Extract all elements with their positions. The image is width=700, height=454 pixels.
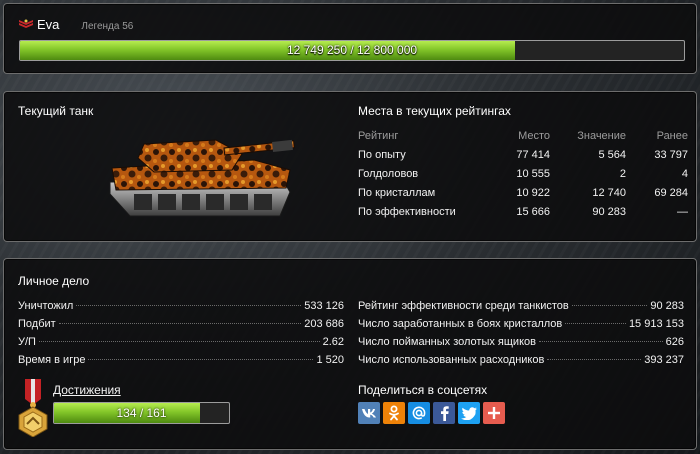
tank-ratings-panel: Текущий танк Места в текущих рейтингах Р…	[3, 91, 697, 242]
table-row: По кристаллам 10 922 12 740 69 284	[358, 183, 688, 202]
player-info: Eva Легенда 56	[19, 17, 133, 32]
rating-name: По эффективности	[358, 205, 456, 218]
economy-stats-list: Рейтинг эффективности среди танкистов 90…	[358, 300, 684, 372]
rating-previous: —	[677, 205, 688, 218]
stat-label: Уничтожил	[18, 300, 74, 312]
dotted-leader	[547, 359, 642, 360]
share-title: Поделиться в соцсетях	[358, 383, 488, 397]
twitter-icon	[461, 406, 477, 420]
facebook-icon	[440, 406, 449, 421]
achievements-progress-bar: 134 / 161	[53, 402, 230, 424]
table-row: По эффективности 15 666 90 283 —	[358, 202, 688, 221]
mail-ru-share-button[interactable]	[408, 402, 430, 424]
mail-ru-icon	[412, 406, 426, 420]
column-header-rating: Рейтинг	[358, 129, 399, 142]
more-share-button[interactable]	[483, 402, 505, 424]
stat-value: 15 913 153	[628, 318, 684, 330]
stat-row-efficiency-rating: Рейтинг эффективности среди танкистов 90…	[358, 300, 684, 318]
combat-stats-list: Уничтожил 533 126 Подбит 203 686 У/П 2.6…	[18, 300, 344, 372]
vk-icon	[362, 409, 376, 418]
stat-value: 203 686	[304, 318, 344, 330]
stat-value: 393 237	[644, 354, 684, 366]
stat-value: 533 126	[304, 300, 344, 312]
share-buttons	[358, 402, 505, 424]
dotted-leader	[76, 305, 302, 306]
stat-value: 626	[665, 336, 684, 348]
stat-value: 90 283	[650, 300, 684, 312]
dotted-leader	[38, 341, 320, 342]
ratings-header-row: Рейтинг Место Значение Ранее	[358, 126, 688, 145]
player-rank: Легенда 56	[81, 21, 134, 32]
rating-name: По опыту	[358, 148, 406, 161]
column-header-previous: Ранее	[656, 129, 688, 142]
stat-label: Число пойманных золотых ящиков	[358, 336, 536, 348]
stat-row-supplies-used: Число использованных расходников 393 237	[358, 354, 684, 372]
stat-label: Подбит	[18, 318, 56, 330]
rating-previous: 4	[681, 167, 688, 180]
rating-place: 77 414	[516, 148, 550, 161]
rank-insignia-icon	[19, 19, 33, 28]
ratings-table: Рейтинг Место Значение Ранее По опыту 77…	[358, 126, 688, 221]
dotted-leader	[538, 341, 663, 342]
achievements-link[interactable]: Достижения	[53, 383, 121, 397]
achievements-progress-text: 134 / 161	[116, 406, 167, 420]
player-name: Eva	[37, 17, 60, 32]
stat-row-playtime: Время в игре 1 520	[18, 354, 344, 372]
stat-row-crystals-earned: Число заработанных в боях кристаллов 15 …	[358, 318, 684, 336]
stat-label: Рейтинг эффективности среди танкистов	[358, 300, 569, 312]
vk-share-button[interactable]	[358, 402, 380, 424]
rating-value: 90 283	[592, 205, 626, 218]
stat-label: У/П	[18, 336, 36, 348]
column-header-place: Место	[518, 129, 550, 142]
experience-progress-bar: 12 749 250 / 12 800 000	[19, 40, 685, 61]
rating-place: 10 555	[516, 167, 550, 180]
odnoklassniki-share-button[interactable]	[383, 402, 405, 424]
dotted-leader	[58, 323, 302, 324]
rating-place: 10 922	[516, 186, 550, 199]
rating-value: 12 740	[592, 186, 626, 199]
dotted-leader	[88, 359, 314, 360]
stat-row-deaths: Подбит 203 686	[18, 318, 344, 336]
rating-name: По кристаллам	[358, 186, 436, 199]
rating-value: 5 564	[598, 148, 626, 161]
rating-previous: 33 797	[654, 148, 688, 161]
table-row: Голдоловов 10 555 2 4	[358, 164, 688, 183]
rating-previous: 69 284	[654, 186, 688, 199]
current-tank-title: Текущий танк	[18, 104, 94, 118]
dotted-leader	[571, 305, 648, 306]
rating-name: Голдоловов	[358, 167, 419, 180]
table-row: По опыту 77 414 5 564 33 797	[358, 145, 688, 164]
twitter-share-button[interactable]	[458, 402, 480, 424]
odnoklassniki-icon	[389, 405, 399, 421]
rating-place: 15 666	[516, 205, 550, 218]
facebook-share-button[interactable]	[433, 402, 455, 424]
profile-panel: Личное дело Уничтожил 533 126 Подбит 203…	[3, 258, 697, 450]
stat-label: Число заработанных в боях кристаллов	[358, 318, 563, 330]
tank-image	[109, 139, 295, 217]
more-share-icon	[488, 407, 500, 419]
stat-label: Число использованных расходников	[358, 354, 545, 366]
dotted-leader	[565, 323, 626, 324]
stat-row-kills: Уничтожил 533 126	[18, 300, 344, 318]
stat-value: 1 520	[316, 354, 344, 366]
stat-row-kd-ratio: У/П 2.62	[18, 336, 344, 354]
experience-progress-text: 12 749 250 / 12 800 000	[286, 43, 418, 57]
ratings-title: Места в текущих рейтингах	[358, 104, 511, 118]
stat-label: Время в игре	[18, 354, 86, 366]
stat-value: 2.62	[322, 336, 344, 348]
player-header-panel: Eva Легенда 56 12 749 250 / 12 800 000	[3, 3, 697, 74]
stat-row-gold-boxes: Число пойманных золотых ящиков 626	[358, 336, 684, 354]
profile-title: Личное дело	[18, 274, 90, 288]
column-header-value: Значение	[577, 129, 626, 142]
achievement-medal-icon	[18, 379, 48, 437]
rating-value: 2	[619, 167, 626, 180]
